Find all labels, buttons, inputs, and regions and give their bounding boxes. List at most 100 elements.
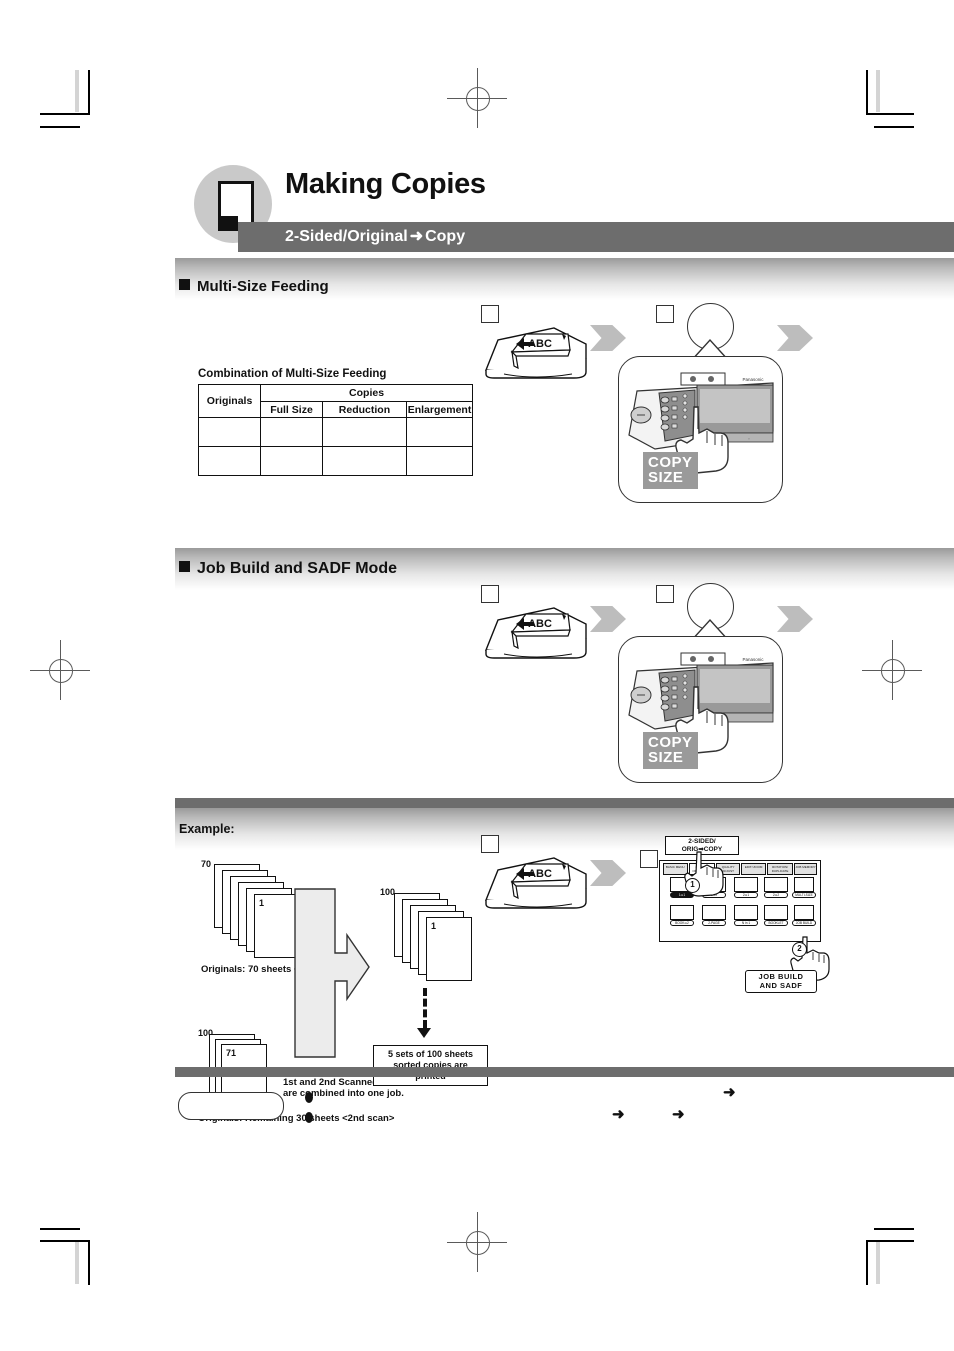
- table-header-originals: Originals: [197, 384, 262, 418]
- callout-number-1: 1: [685, 878, 700, 893]
- table-header-enlargement: Enlargement: [406, 401, 473, 418]
- key-icon-n-in-1[interactable]: [734, 905, 758, 920]
- copy-size-label-1: COPY SIZE: [643, 452, 698, 489]
- table-header-reduction: Reduction: [321, 401, 408, 418]
- crop-mark-top-left-h: [40, 113, 88, 115]
- table-cell-row0-label: [197, 417, 262, 447]
- stack3-count: 100: [380, 887, 396, 897]
- registration-mark-left: [30, 640, 90, 700]
- step-marker-example: [481, 835, 499, 853]
- tab-rotation-duplicate[interactable]: ROTATION/ DUPLICATE: [766, 863, 794, 875]
- table-header-full-size: Full Size: [260, 401, 323, 418]
- key-icon-2to1[interactable]: [734, 877, 758, 892]
- crop-mark-top-left-grey: [75, 70, 79, 112]
- key-label-2to2[interactable]: 2➡2: [764, 892, 788, 898]
- control-panel-callout-1: Panasonic ▫ ▫: [618, 356, 783, 503]
- table-cell-row0-col2: [406, 417, 473, 447]
- key-label-booklet[interactable]: BOOKLET: [764, 920, 788, 926]
- flow-chevron-1: [590, 325, 626, 351]
- key-icon-2to2[interactable]: [764, 877, 788, 892]
- crop-mark-top-left-h2: [40, 126, 80, 128]
- adf-illustration-1: ABC: [482, 322, 590, 382]
- output-note-line1: 5 sets of 100 sheets: [387, 1049, 474, 1059]
- copy-size-line2: SIZE: [648, 469, 684, 486]
- output-note-box: 5 sets of 100 sheets sorted copies are p…: [373, 1045, 488, 1086]
- output-arrow-icon: [417, 1028, 431, 1038]
- tab-job-memory[interactable]: JOB MEMORY: [794, 863, 817, 875]
- table-cell-row1-col0: [260, 446, 323, 476]
- key-label-2to1[interactable]: 2➡1: [734, 892, 758, 898]
- crop-mark-top-right-h2: [874, 126, 914, 128]
- crop-mark-bottom-left-grey: [75, 1242, 79, 1284]
- bullet-square-icon: [179, 561, 190, 572]
- subtitle-left: 2-Sided/Original: [285, 228, 408, 245]
- step-marker-1: [481, 305, 499, 323]
- table-row: [197, 446, 473, 476]
- crop-mark-top-right-grey: [876, 70, 880, 112]
- pointing-hand-icon-3: [683, 850, 725, 903]
- page-subtitle: 2-Sided/Original ➜ Copy: [285, 226, 465, 246]
- flow-chevron-4: [777, 606, 813, 632]
- crop-mark-bottom-right-h: [866, 1240, 914, 1242]
- footer-arrow-2: ➜: [672, 1106, 685, 1123]
- key-label-n-in-1[interactable]: N in 1: [734, 920, 758, 926]
- job-build-button-line2: AND SADF: [759, 980, 803, 990]
- note-pill: [178, 1092, 284, 1120]
- step-marker-3: [481, 585, 499, 603]
- bullet-square-icon: [179, 279, 190, 290]
- crop-mark-bottom-left-v: [88, 1240, 90, 1285]
- footer-bullet-1: [305, 1092, 313, 1103]
- svg-text:Panasonic: Panasonic: [742, 377, 764, 382]
- footer-divider: [175, 1067, 954, 1077]
- section-heading-text: Multi-Size Feeding: [197, 278, 329, 295]
- mode-flag-line1: 2-SIDED/: [688, 838, 716, 845]
- key-label-multi-size[interactable]: MULTI-SIZE: [792, 892, 816, 898]
- section-heading-example: Example:: [179, 822, 235, 836]
- page-content: Making Copies 2-Sided/Original ➜ Copy Mult…: [175, 160, 954, 1160]
- merge-arrow: [293, 887, 371, 1072]
- stack3-first-sheet-number: 1: [431, 921, 437, 931]
- key-icon-booklet[interactable]: [764, 905, 788, 920]
- footer-arrow-3: ➜: [723, 1084, 736, 1101]
- key-icon-multi-size[interactable]: [794, 877, 814, 892]
- key-icon-2page[interactable]: [702, 905, 726, 920]
- step-marker-4: [656, 585, 674, 603]
- table-header-copies: Copies: [260, 384, 473, 402]
- table-caption: Combination of Multi-Size Feeding: [198, 368, 387, 380]
- flow-chevron-5: [590, 860, 626, 886]
- key-label-book-to-2[interactable]: BOOK➡2: [670, 920, 694, 926]
- key-label-2page[interactable]: 2-PAGE: [702, 920, 726, 926]
- output-dashed-line: [423, 988, 427, 1028]
- combination-table: Originals Copies Full Size Reduction Enl…: [197, 384, 473, 476]
- key-icon-book-to-2[interactable]: [670, 905, 694, 920]
- merge-note-line2: are combined into one job.: [283, 1088, 404, 1099]
- key-icon-job-build[interactable]: [794, 905, 814, 920]
- crop-mark-bottom-right-h2: [874, 1228, 914, 1230]
- flow-chevron-3: [590, 606, 626, 632]
- table-cell-row1-label: [197, 446, 262, 476]
- flow-chevron-2: [777, 325, 813, 351]
- key-label-job-build[interactable]: JOB BUILD: [792, 920, 816, 926]
- copy-size-line1: COPY: [648, 454, 693, 471]
- table-cell-row1-col1: [321, 446, 408, 476]
- page-title: Making Copies: [285, 168, 486, 200]
- registration-mark-bottom: [447, 1212, 507, 1272]
- subtitle-right: Copy: [425, 228, 466, 245]
- crop-mark-bottom-left-h2: [40, 1228, 80, 1230]
- step-marker-2: [656, 305, 674, 323]
- crop-mark-top-left-v: [88, 70, 90, 115]
- footer-arrow-1: ➜: [612, 1106, 625, 1123]
- registration-mark-top: [447, 68, 507, 128]
- section-divider: [175, 798, 954, 808]
- job-build-and-sadf-button[interactable]: JOB BUILD AND SADF: [745, 970, 817, 993]
- copy-size-line2: SIZE: [648, 749, 684, 766]
- callout-number-2: 2: [792, 942, 807, 957]
- stack1-count: 70: [201, 859, 212, 869]
- footer-bullet-2: [305, 1112, 313, 1123]
- control-panel-callout-2: Panasonic COPY SIZE: [618, 636, 783, 783]
- copy-size-line1: COPY: [648, 734, 693, 751]
- adf-illustration-2: ABC: [482, 602, 590, 662]
- section-heading-text: Job Build and SADF Mode: [197, 560, 397, 577]
- table-header-row-1: Originals Copies: [197, 384, 473, 418]
- tab-edit-zoom[interactable]: EDIT/ ZOOM: [741, 863, 766, 875]
